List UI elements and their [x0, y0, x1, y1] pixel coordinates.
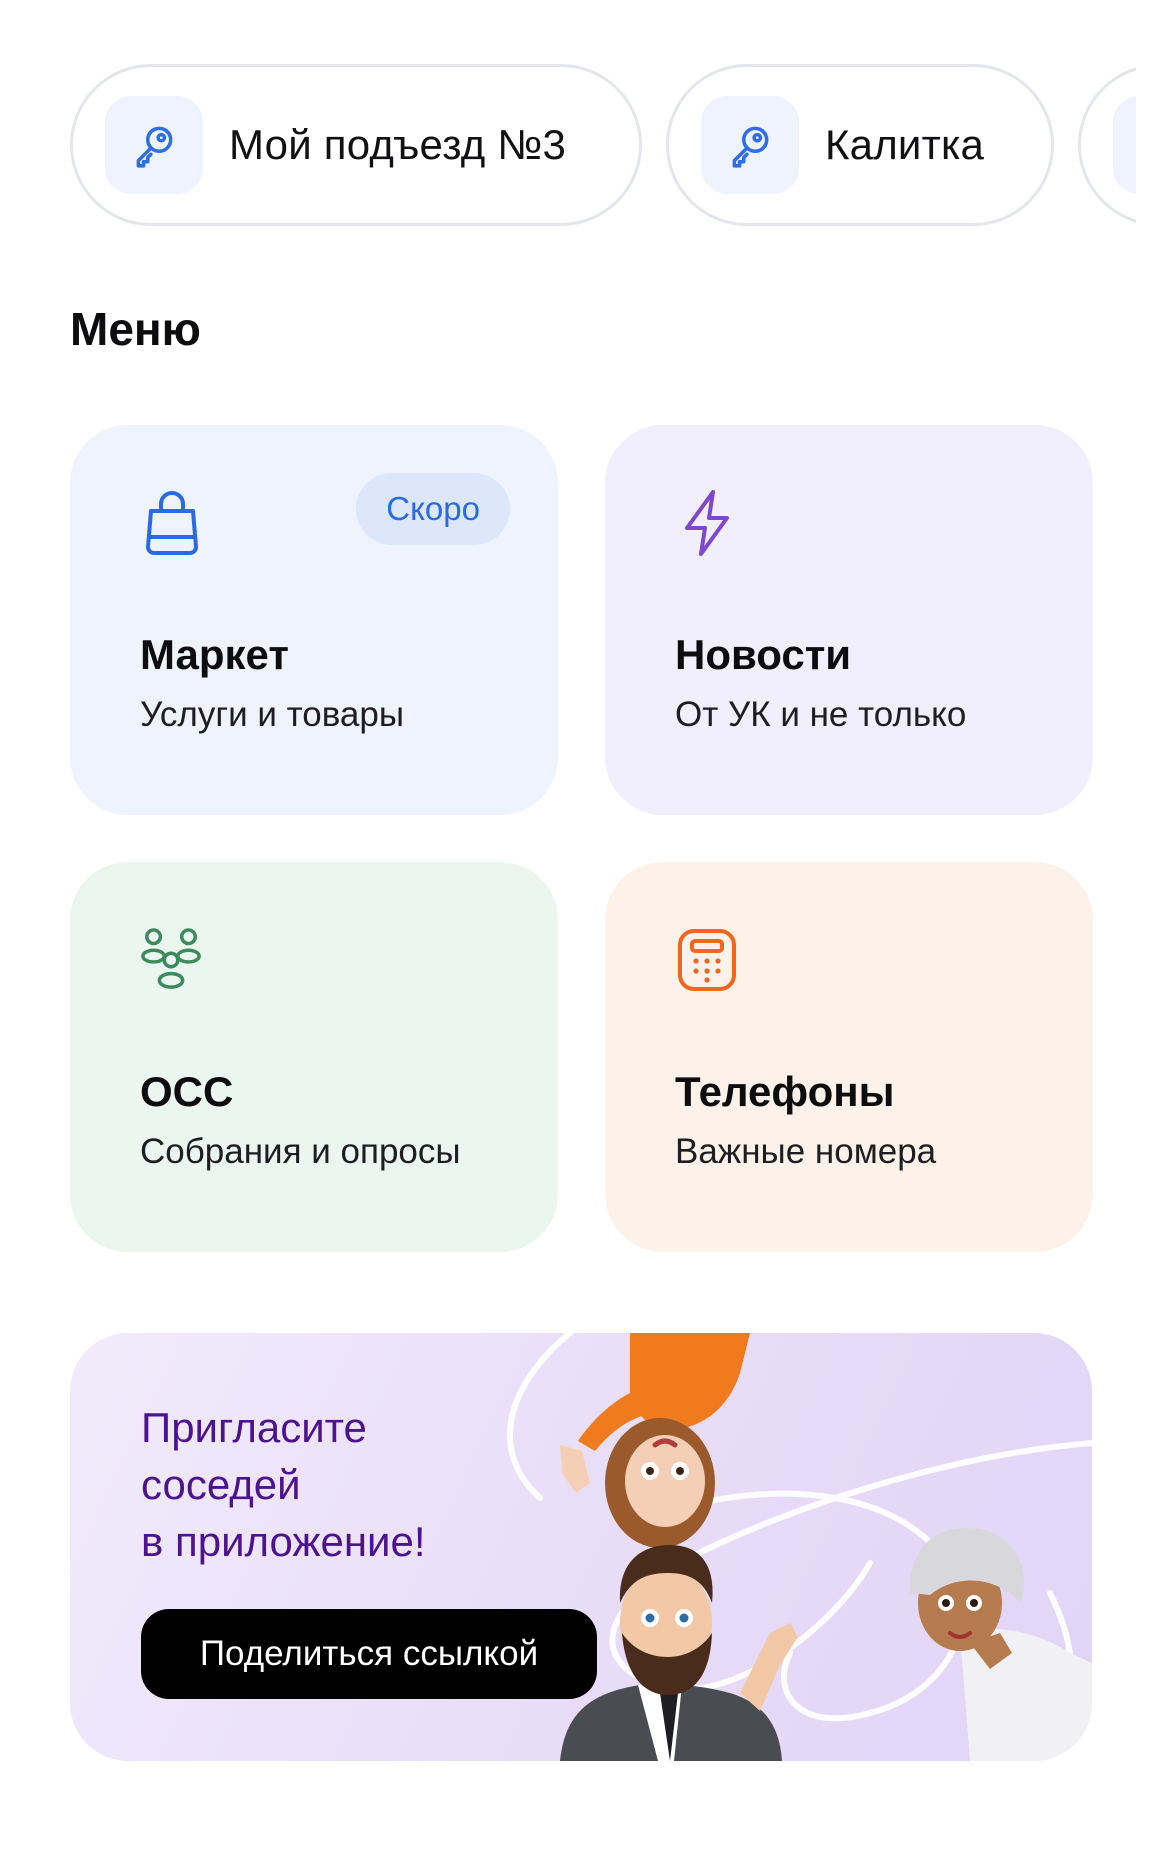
- key-icon: [1113, 96, 1136, 194]
- invite-title-line: соседей: [141, 1461, 301, 1508]
- tile-title: ОСС: [140, 1068, 234, 1115]
- phone-keypad-icon: [675, 924, 739, 996]
- menu-section-title: Меню: [70, 303, 201, 355]
- avatar-girl-cap-icon: [909, 1527, 1092, 1761]
- tile-subtitle: От УК и не только: [675, 695, 967, 734]
- access-chip-partial[interactable]: [1078, 64, 1136, 226]
- avatar-woman-upside-down-icon: [560, 1333, 750, 1548]
- invite-title-line: в приложение!: [141, 1518, 426, 1565]
- invite-title-line: Пригласите: [141, 1404, 367, 1451]
- home-screen: Мой подъезд №3 Калитка Меню Скоро Маркет…: [0, 0, 1170, 1857]
- access-chips-scroller[interactable]: Мой подъезд №3 Калитка: [70, 64, 1136, 226]
- coming-soon-badge: Скоро: [356, 473, 510, 545]
- invite-neighbors-banner: Пригласите соседей в приложение! Поделит…: [70, 1333, 1092, 1761]
- tile-subtitle: Важные номера: [675, 1132, 937, 1171]
- lightning-icon: [675, 487, 739, 559]
- tile-title: Новости: [675, 631, 852, 678]
- access-chip-gate[interactable]: Калитка: [666, 64, 1054, 226]
- menu-tile-news[interactable]: Новости От УК и не только: [605, 425, 1093, 815]
- menu-tile-market[interactable]: Скоро Маркет Услуги и товары: [70, 425, 558, 815]
- tile-subtitle: Собрания и опросы: [140, 1132, 461, 1171]
- menu-tile-phones[interactable]: Телефоны Важные номера: [605, 862, 1093, 1252]
- key-icon: [105, 96, 203, 194]
- people-group-icon: [140, 924, 204, 996]
- invite-title: Пригласите соседей в приложение!: [141, 1399, 561, 1570]
- shopping-bag-icon: [140, 487, 204, 559]
- tile-subtitle: Услуги и товары: [140, 695, 405, 734]
- menu-tile-oss[interactable]: ОСС Собрания и опросы: [70, 862, 558, 1252]
- access-chip-entrance[interactable]: Мой подъезд №3: [70, 64, 642, 226]
- access-chip-label: Калитка: [825, 121, 985, 168]
- tile-title: Телефоны: [675, 1068, 895, 1115]
- access-chip-label: Мой подъезд №3: [229, 121, 567, 168]
- key-icon: [701, 96, 799, 194]
- tile-title: Маркет: [140, 631, 289, 678]
- share-link-button[interactable]: Поделиться ссылкой: [141, 1609, 597, 1699]
